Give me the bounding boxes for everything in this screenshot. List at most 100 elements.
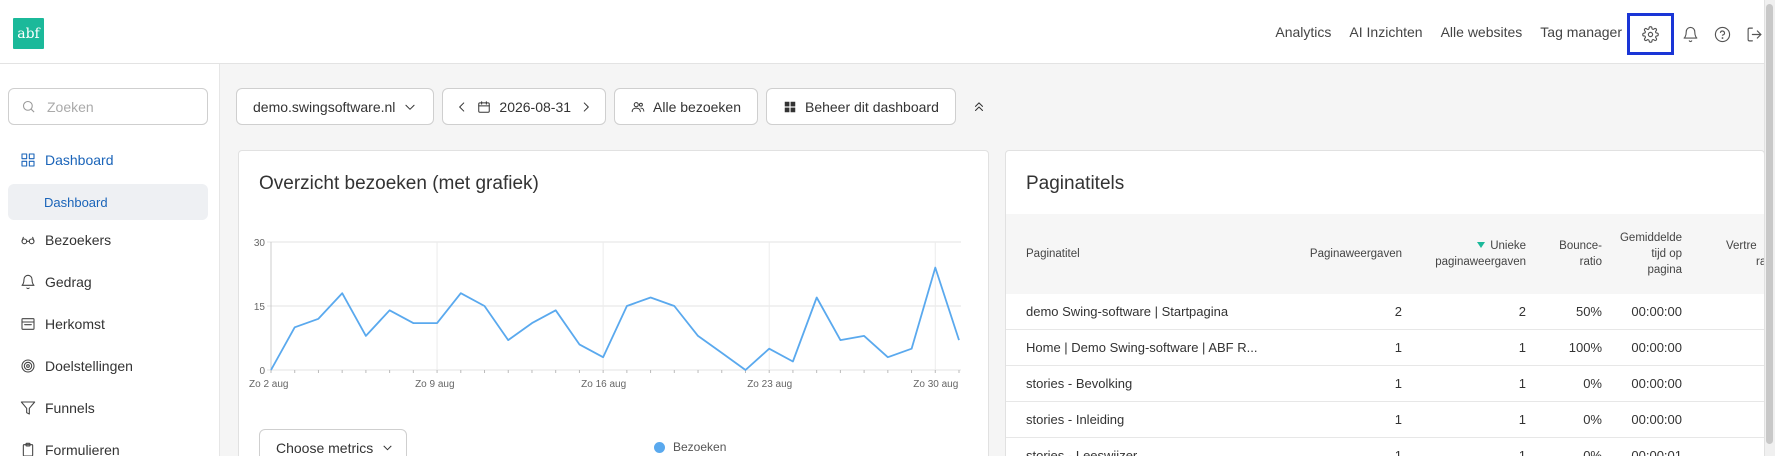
data-point[interactable]: [600, 354, 606, 360]
data-point[interactable]: [956, 337, 962, 343]
topnav-alle-websites[interactable]: Alle websites: [1441, 24, 1523, 40]
data-point[interactable]: [434, 320, 440, 326]
data-point[interactable]: [339, 290, 345, 296]
sidebar: Dashboard Dashboard Bezoekers Gedrag Her…: [0, 64, 220, 456]
cell-bounce-ratio: 0%: [1583, 448, 1602, 456]
topnav-ai-inzichten[interactable]: AI Inzichten: [1349, 24, 1422, 40]
sidebar-item-bezoekers[interactable]: Bezoekers: [20, 232, 111, 248]
notifications-button[interactable]: [1674, 14, 1706, 54]
data-point[interactable]: [505, 337, 511, 343]
x-tick-label: Zo 30 aug: [913, 379, 958, 390]
cell-bounce-ratio: 0%: [1583, 376, 1602, 391]
date-picker[interactable]: 2026-08-31: [442, 88, 607, 125]
data-point[interactable]: [363, 333, 369, 339]
sidebar-item-gedrag[interactable]: Gedrag: [20, 274, 92, 290]
data-point[interactable]: [387, 307, 393, 313]
table-row[interactable]: stories - Leeswijzer 1 1 0% 00:00:01 0: [1006, 438, 1764, 456]
cell-bounce-ratio: 100%: [1568, 340, 1602, 355]
search-icon: [22, 100, 35, 113]
gear-icon: [1642, 25, 1659, 43]
collapse-button[interactable]: [964, 88, 994, 125]
search-input[interactable]: [47, 98, 197, 115]
data-point[interactable]: [719, 350, 725, 356]
sidebar-item-dashboard[interactable]: Dashboard: [20, 152, 114, 168]
scrollbar-thumb[interactable]: [1766, 4, 1773, 444]
data-point[interactable]: [624, 303, 630, 309]
chart-legend[interactable]: Bezoeken: [654, 440, 726, 454]
segment-button[interactable]: Alle bezoeken: [614, 88, 758, 125]
x-tick-label: Zo 23 aug: [747, 379, 792, 390]
y-tick-label: 15: [254, 302, 266, 313]
bell-icon: [21, 274, 35, 290]
chevron-right-icon[interactable]: [579, 100, 593, 114]
sidebar-item-herkomst[interactable]: Herkomst: [20, 316, 105, 332]
table-row[interactable]: demo Swing-software | Startpagina 2 2 50% 00…: [1006, 294, 1764, 330]
page-scrollbar[interactable]: [1764, 0, 1775, 456]
header-exit-ratio[interactable]: Vertre ra: [1726, 238, 1764, 270]
app-logo[interactable]: abf: [13, 18, 44, 49]
header-bounce-ratio[interactable]: Bounce- ratio: [1526, 238, 1602, 270]
x-tick-label: Zo 2 aug: [249, 379, 288, 390]
sidebar-item-funnels[interactable]: Funnels: [20, 400, 95, 416]
data-point[interactable]: [909, 346, 915, 352]
sidebar-subitem-dashboard[interactable]: Dashboard: [8, 184, 208, 220]
cell-page-views: 2: [1394, 304, 1402, 319]
header-page-title[interactable]: Paginatitel: [1026, 246, 1080, 262]
cell-exit-ratio: 0: [1726, 412, 1764, 427]
data-point[interactable]: [671, 303, 677, 309]
manage-dashboard-button[interactable]: Beheer dit dashboard: [765, 88, 956, 125]
header-avg-line2: tijd op: [1651, 248, 1682, 260]
cell-bounce-ratio: 50%: [1575, 304, 1602, 319]
choose-metrics-label: Choose metrics: [276, 439, 374, 456]
topnav-analytics[interactable]: Analytics: [1275, 24, 1331, 40]
table-row[interactable]: stories - Inleiding 1 1 0% 00:00:00 0: [1006, 402, 1764, 438]
data-point[interactable]: [315, 316, 321, 322]
legend-label: Bezoeken: [673, 440, 727, 454]
data-point[interactable]: [410, 320, 416, 326]
topnav-tag-manager[interactable]: Tag manager: [1540, 24, 1622, 40]
data-point[interactable]: [790, 358, 796, 364]
site-select[interactable]: demo.swingsoftware.nl: [236, 88, 435, 125]
clipboard-icon: [22, 442, 34, 456]
data-point[interactable]: [861, 333, 867, 339]
data-point[interactable]: [814, 294, 820, 300]
header-avg-time[interactable]: Gemiddelde tijd op pagina: [1606, 230, 1682, 278]
cell-unique-views: 2: [1518, 304, 1526, 319]
cell-unique-views: 1: [1518, 412, 1526, 427]
data-point[interactable]: [742, 367, 748, 373]
chevron-left-icon[interactable]: [455, 100, 469, 114]
data-point[interactable]: [932, 265, 938, 271]
visits-line-chart: 0 15 30 Zo 2 aug Zo 9 aug Zo 16 aug Zo 23 aug Z…: [249, 238, 962, 390]
data-point[interactable]: [695, 333, 701, 339]
data-point[interactable]: [553, 307, 559, 313]
header-unique-views[interactable]: Unieke paginaweergaven: [1404, 238, 1526, 270]
data-point[interactable]: [268, 367, 274, 373]
data-point[interactable]: [482, 303, 488, 309]
sort-desc-icon: [1477, 242, 1486, 248]
search-box[interactable]: [8, 88, 208, 125]
sidebar-item-label: Doelstellingen: [45, 358, 133, 374]
data-point[interactable]: [292, 324, 298, 330]
page-titles-card: Paginatitels Paginatitel Paginaweergaven…: [1005, 150, 1765, 456]
cell-page-views: 1: [1394, 448, 1402, 456]
data-point[interactable]: [885, 354, 891, 360]
data-point[interactable]: [648, 294, 654, 300]
choose-metrics-button[interactable]: Choose metrics: [259, 429, 407, 456]
sidebar-item-formulieren[interactable]: Formulieren: [20, 442, 120, 456]
sidebar-item-doelstellingen[interactable]: Doelstellingen: [20, 358, 133, 374]
table-row[interactable]: stories - Bevolking 1 1 0% 00:00:00 100: [1006, 366, 1764, 402]
header-page-views[interactable]: Paginaweergaven: [1302, 246, 1402, 262]
data-point[interactable]: [529, 320, 535, 326]
table-row[interactable]: Home | Demo Swing-software | ABF R... 1 1 1…: [1006, 330, 1764, 366]
settings-button[interactable]: [1627, 13, 1674, 55]
cell-page-title: stories - Leeswijzer: [1026, 448, 1138, 456]
data-point[interactable]: [576, 341, 582, 347]
data-point[interactable]: [837, 337, 843, 343]
sidebar-item-label: Bezoekers: [45, 232, 112, 248]
data-point[interactable]: [766, 346, 772, 352]
y-tick-label: 0: [259, 366, 265, 377]
data-point[interactable]: [458, 290, 464, 296]
top-icons: [1627, 13, 1770, 55]
help-button[interactable]: [1706, 14, 1738, 54]
series-line-bezoeken[interactable]: [270, 266, 960, 371]
